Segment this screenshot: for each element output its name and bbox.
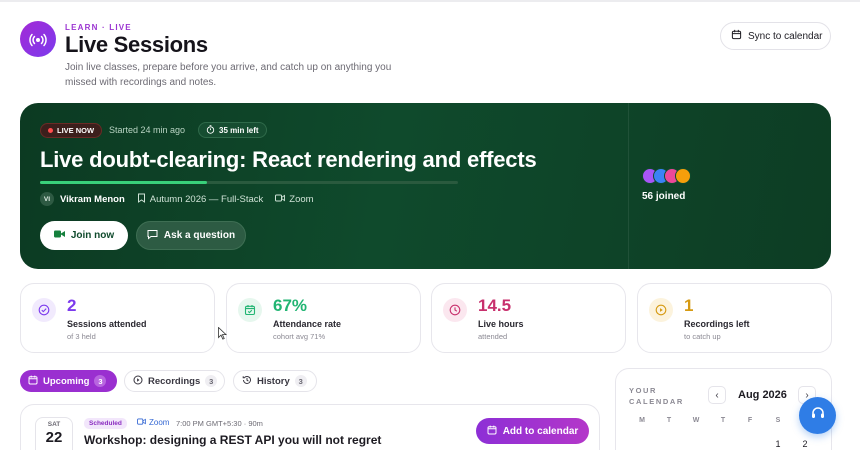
stat-label: Recordings left — [684, 319, 750, 329]
stat-card-recordings: 1 Recordings left to catch up — [637, 283, 832, 353]
session-weekday: SAT — [47, 421, 61, 428]
platform-info: Zoom — [275, 193, 314, 205]
tab-history-label: History — [257, 375, 290, 387]
video-icon — [275, 194, 286, 205]
live-badge-label: LIVE NOW — [57, 126, 95, 135]
tab-history-count: 3 — [294, 375, 307, 387]
ask-question-button[interactable]: Ask a question — [136, 221, 246, 250]
stat-sub: of 3 held — [67, 332, 96, 341]
help-button[interactable] — [799, 397, 836, 434]
calendar-weekday: S — [775, 417, 781, 424]
instructor-avatar: VI — [40, 192, 54, 206]
top-border — [0, 0, 860, 2]
page-eyebrow: LEARN · LIVE — [65, 23, 132, 32]
session-day: 22 — [45, 429, 63, 446]
joined-count: 56 joined — [642, 191, 686, 202]
chevron-left-icon[interactable]: ‹ — [708, 386, 726, 404]
calendar-weekday: T — [666, 417, 672, 424]
stat-sub: to catch up — [684, 332, 721, 341]
bookmark-icon — [137, 193, 146, 206]
stat-value: 1 — [684, 296, 694, 315]
hero-divider — [628, 103, 629, 269]
calendar-day[interactable]: 2 — [799, 439, 811, 449]
join-now-button[interactable]: Join now — [40, 221, 128, 250]
broadcast-icon — [20, 21, 56, 57]
session-title: Workshop: designing a REST API you will … — [84, 433, 382, 447]
ask-question-label: Ask a question — [163, 230, 236, 241]
session-time: 7:00 PM GMT+5:30 · 90m — [176, 419, 263, 428]
mouse-cursor-icon — [218, 326, 228, 345]
play-circle-icon — [133, 375, 143, 388]
calendar-icon — [731, 29, 742, 43]
sync-calendar-label: Sync to calendar — [748, 30, 823, 42]
session-card[interactable]: SAT 22 Scheduled Zoom 7:00 PM GMT+5:30 ·… — [20, 404, 600, 450]
tab-recordings-count: 3 — [205, 375, 218, 387]
session-progress-fill — [40, 181, 208, 184]
stat-card-sessions: 2 Sessions attended of 3 held — [20, 283, 215, 353]
page-subtitle: Join live classes, prepare before you ar… — [65, 62, 392, 88]
stat-sub: cohort avg 71% — [273, 332, 326, 341]
instructor-name: Vikram Menon — [60, 193, 125, 205]
calendar-day[interactable]: 1 — [772, 439, 784, 449]
stat-label: Live hours — [478, 319, 524, 329]
sync-calendar-button[interactable]: Sync to calendar — [720, 22, 831, 50]
chat-icon — [147, 229, 158, 243]
calendar-caption: YOUR CALENDAR — [629, 386, 684, 406]
stat-sub: attended — [478, 332, 508, 341]
calendar-weekday: T — [720, 417, 726, 424]
live-session-title: Live doubt-clearing: React rendering and… — [40, 147, 537, 172]
calendar-weekday: M — [639, 417, 645, 424]
calendar-check-icon — [238, 298, 262, 322]
add-to-calendar-button[interactable]: Add to calendar — [476, 418, 589, 444]
stat-label: Sessions attended — [67, 319, 147, 329]
headset-icon — [810, 405, 826, 426]
cohort-label: Autumn 2026 — Full-Stack — [149, 193, 264, 205]
tab-upcoming[interactable]: Upcoming 3 — [20, 370, 117, 392]
add-to-calendar-label: Add to calendar — [502, 425, 579, 437]
history-icon — [242, 375, 252, 388]
calendar-month: Aug 2026 — [738, 389, 787, 401]
session-platform: Zoom — [137, 418, 169, 427]
stat-value: 2 — [67, 296, 77, 315]
status-badge: Scheduled — [84, 418, 127, 429]
session-platform-label: Zoom — [149, 418, 170, 427]
live-dot-icon — [48, 128, 53, 133]
calendar-weekday: F — [747, 417, 753, 424]
video-icon — [137, 418, 146, 427]
tab-recordings[interactable]: Recordings 3 — [124, 370, 225, 392]
cohort-info: Autumn 2026 — Full-Stack — [137, 193, 264, 206]
live-session-hero: LIVE NOW Started 24 min ago 35 min left … — [20, 103, 831, 269]
stat-value: 67% — [273, 296, 308, 315]
stat-value: 14.5 — [478, 296, 512, 315]
time-left-badge: 35 min left — [198, 122, 267, 138]
tab-recordings-label: Recordings — [148, 375, 201, 387]
live-now-badge: LIVE NOW — [40, 123, 103, 138]
platform-label: Zoom — [289, 193, 314, 205]
time-left-label: 35 min left — [219, 125, 259, 135]
calendar-icon — [28, 375, 38, 388]
play-circle-icon — [649, 298, 673, 322]
clock-icon — [443, 298, 467, 322]
page-title: Live Sessions — [65, 32, 208, 57]
tab-upcoming-count: 3 — [94, 375, 107, 387]
check-circle-icon — [32, 298, 56, 322]
stopwatch-icon — [206, 124, 215, 136]
calendar-icon — [487, 425, 497, 438]
attendee-avatars — [642, 168, 691, 184]
tab-upcoming-label: Upcoming — [43, 375, 90, 387]
session-meta: VI Vikram Menon Autumn 2026 — Full-Stack… — [40, 192, 320, 206]
stat-card-attendance: 67% Attendance rate cohort avg 71% — [226, 283, 421, 353]
attendee-avatar — [675, 168, 691, 184]
stat-card-hours: 14.5 Live hours attended — [431, 283, 626, 353]
video-camera-icon — [53, 230, 65, 241]
session-progress-bar — [40, 181, 458, 184]
stat-label: Attendance rate — [273, 319, 342, 329]
session-date: SAT 22 — [35, 417, 73, 450]
calendar-weekday: W — [692, 417, 700, 424]
tab-history[interactable]: History 3 — [233, 370, 317, 392]
join-now-label: Join now — [70, 230, 115, 241]
started-time: Started 24 min ago — [109, 125, 186, 135]
